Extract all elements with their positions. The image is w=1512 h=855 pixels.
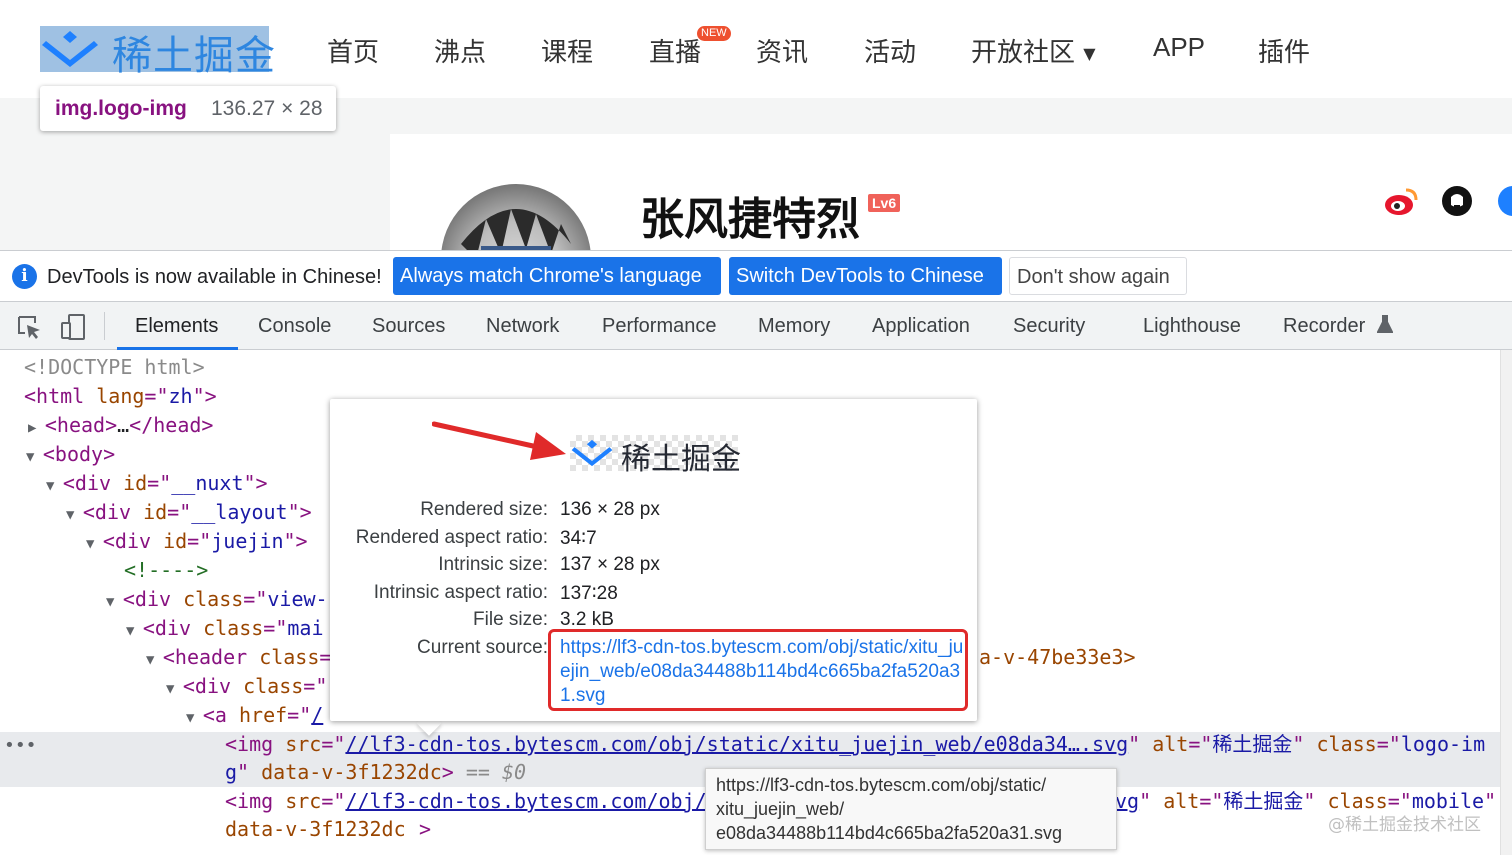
tab-console[interactable]: Console <box>258 315 331 338</box>
github-icon[interactable] <box>1441 185 1473 217</box>
tree-comment[interactable]: <!----> <box>124 557 208 583</box>
nav-app[interactable]: APP <box>1153 32 1205 63</box>
devtools-tabbar: Elements Console Sources Network Perform… <box>0 302 1512 350</box>
inspect-element-icon[interactable] <box>16 314 42 340</box>
preview-logo-icon <box>571 439 613 467</box>
infobar-message: DevTools is now available in Chinese! <box>47 266 382 288</box>
tree-a-logo[interactable]: ▼ <a href="/ <box>186 702 323 728</box>
juejin-logo-icon[interactable] <box>40 27 100 71</box>
tab-application[interactable]: Application <box>872 315 970 338</box>
new-badge: NEW <box>697 26 731 41</box>
tree-head[interactable]: ▶ <head>…</head> <box>28 412 213 438</box>
current-source-label: Current source: <box>417 637 548 658</box>
tree-img-logo[interactable]: <img src="//lf3-cdn-tos.bytescm.com/obj/… <box>225 731 1485 757</box>
watermark: @稀土掘金技术社区 <box>1328 815 1481 835</box>
site-logo-text[interactable]: 稀土掘金 <box>112 23 276 81</box>
tree-div-main[interactable]: ▼ <div class="mai <box>126 615 324 641</box>
rendered-size-value: 136 × 28 px <box>560 499 660 520</box>
tree-img-mobile-cont[interactable]: data-v-3f1232dc <box>225 816 406 842</box>
always-match-language-button[interactable]: Always match Chrome's language <box>393 257 721 295</box>
tree-body[interactable]: ▼ <body> <box>26 441 115 467</box>
intrinsic-size-label: Intrinsic size: <box>438 554 548 575</box>
element-inspect-tooltip: img.logo-img 136.27 × 28 <box>40 86 336 131</box>
red-arrow-annotation <box>432 421 566 460</box>
tree-div-layout[interactable]: ▼ <div id="__layout"> <box>66 499 312 525</box>
nav-news[interactable]: 资讯 <box>756 32 808 69</box>
tab-network[interactable]: Network <box>486 315 559 338</box>
website-viewport: 稀土掘金 首页 沸点 课程 直播 NEW 资讯 活动 开放社区 ▼ APP 插件… <box>0 0 1512 250</box>
tree-img-mobile[interactable]: <img src="//lf3-cdn-tos.bytescm.com/obj/ <box>225 788 707 814</box>
switch-to-chinese-button[interactable]: Switch DevTools to Chinese <box>729 257 1002 295</box>
tooltip-selector: img.logo-img <box>55 97 187 120</box>
tab-memory[interactable]: Memory <box>758 315 830 338</box>
tree-div-juejin[interactable]: ▼ <div id="juejin"> <box>86 528 308 554</box>
nav-live[interactable]: 直播 <box>649 32 701 69</box>
blog-icon[interactable] <box>1497 185 1512 217</box>
nav-open-community[interactable]: 开放社区 ▼ <box>971 32 1096 69</box>
caret-down-icon: ▼ <box>1083 44 1096 63</box>
tree-div-nuxt[interactable]: ▼ <div id="__nuxt"> <box>46 470 268 496</box>
url-tooltip-line2: xitu_juejin_web/ <box>716 799 845 819</box>
tree-img-logo-cont[interactable]: g" data-v-3f1232dc> == $0 <box>225 759 526 785</box>
experiment-flask-icon <box>1376 315 1394 333</box>
tab-sources[interactable]: Sources <box>372 315 445 338</box>
file-size-value: 3.2 kB <box>560 609 614 630</box>
tree-header[interactable]: ▼ <header class= <box>146 644 331 670</box>
tab-performance[interactable]: Performance <box>602 315 717 338</box>
node-actions-icon[interactable]: ••• <box>4 735 37 756</box>
url-hover-tooltip: https://lf3-cdn-tos.bytescm.com/obj/stat… <box>705 768 1117 850</box>
tree-header-tail: a-v-47be33e3> <box>979 645 1136 669</box>
tooltip-dimensions: 136.27 × 28 <box>211 97 323 120</box>
preview-logo-text: 稀土掘金 <box>621 442 741 477</box>
nav-pins[interactable]: 沸点 <box>434 32 486 69</box>
nav-courses[interactable]: 课程 <box>541 32 593 69</box>
rendered-ratio-value: 34∶7 <box>560 528 597 549</box>
tab-separator <box>104 312 105 340</box>
tree-img-mobile-close: > <box>419 817 432 841</box>
weibo-icon[interactable] <box>1384 186 1418 216</box>
nav-home[interactable]: 首页 <box>327 32 379 69</box>
intrinsic-ratio-value: 137∶28 <box>560 583 618 604</box>
info-icon: i <box>12 264 37 289</box>
level-badge: Lv6 <box>868 194 901 212</box>
current-source-link[interactable]: https://lf3-cdn-tos.bytescm.com/obj/stat… <box>560 636 965 708</box>
dont-show-again-button[interactable]: Don't show again <box>1009 257 1187 295</box>
nav-events[interactable]: 活动 <box>864 32 916 69</box>
url-tooltip-line1: https://lf3-cdn-tos.bytescm.com/obj/stat… <box>716 775 1047 795</box>
tab-lighthouse[interactable]: Lighthouse <box>1143 315 1241 338</box>
tree-html[interactable]: <html lang="zh"> <box>24 383 217 409</box>
url-tooltip-line3: e08da34488b114bd4c665ba2fa520a31.svg <box>716 823 1062 843</box>
tree-div-inner[interactable]: ▼ <div class=" <box>166 673 327 699</box>
nav-plugin[interactable]: 插件 <box>1258 32 1310 69</box>
tab-elements[interactable]: Elements <box>135 315 218 338</box>
device-toolbar-icon[interactable] <box>59 313 87 341</box>
intrinsic-ratio-label: Intrinsic aspect ratio: <box>373 582 548 603</box>
elements-scrollbar[interactable] <box>1500 350 1512 855</box>
profile-username: 张风捷特烈 <box>640 194 860 245</box>
file-size-label: File size: <box>473 609 548 630</box>
intrinsic-size-value: 137 × 28 px <box>560 554 660 575</box>
tab-security[interactable]: Security <box>1013 315 1085 338</box>
site-navbar: 稀土掘金 首页 沸点 课程 直播 NEW 资讯 活动 开放社区 ▼ APP 插件 <box>0 0 1512 98</box>
devtools-language-infobar: i DevTools is now available in Chinese! … <box>0 250 1512 302</box>
tab-recorder-label: Recorder <box>1283 315 1366 337</box>
rendered-size-label: Rendered size: <box>420 499 548 520</box>
tab-recorder[interactable]: Recorder <box>1283 315 1394 338</box>
tree-doctype[interactable]: <!DOCTYPE html> <box>24 354 205 380</box>
nav-open-community-label: 开放社区 <box>971 38 1076 68</box>
tree-div-view[interactable]: ▼ <div class="view- <box>106 586 328 612</box>
img-src-link[interactable]: //lf3-cdn-tos.bytescm.com/obj/static/xit… <box>345 732 1128 756</box>
rendered-ratio-label: Rendered aspect ratio: <box>355 527 548 548</box>
